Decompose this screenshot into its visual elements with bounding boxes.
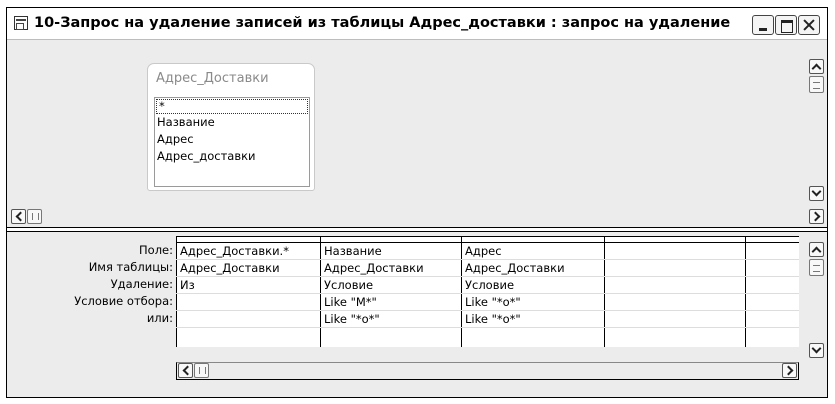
grid-cell[interactable] <box>604 328 745 347</box>
field-item-delivery-address[interactable]: Адрес_доставки <box>155 148 309 165</box>
scroll-left-button[interactable] <box>11 209 26 224</box>
grid-cell[interactable]: Название <box>320 243 461 259</box>
close-button[interactable] <box>798 15 820 35</box>
column-selector[interactable] <box>604 237 745 242</box>
grid-cell[interactable] <box>176 311 320 327</box>
scroll-up-button[interactable] <box>809 59 824 74</box>
grid-cell[interactable] <box>604 260 745 276</box>
chevron-right-icon <box>810 211 821 222</box>
vertical-scroll-thumb[interactable] <box>809 76 824 93</box>
row-label-table: Имя таблицы: <box>88 260 173 274</box>
title-bar[interactable]: 10-Запрос на удаление записей из таблицы… <box>7 8 827 40</box>
grid-cell[interactable] <box>604 243 745 259</box>
field-item-name[interactable]: Название <box>155 114 309 131</box>
chevron-up-icon <box>811 246 822 257</box>
row-label-delete: Удаление: <box>110 277 173 291</box>
grid-cell[interactable] <box>461 328 604 347</box>
row-label-criteria: Условие отбора: <box>74 294 173 308</box>
column-selector[interactable] <box>320 237 461 242</box>
grid-cell[interactable] <box>604 277 745 293</box>
query-design-grid[interactable]: Адрес_Доставки.* Название Адрес Адрес_До… <box>176 236 799 347</box>
chevron-up-icon <box>811 63 822 74</box>
grid-cell[interactable]: Адрес_Доставки <box>461 260 604 276</box>
grid-vertical-scroll-thumb[interactable] <box>809 259 824 276</box>
column-selector[interactable] <box>176 237 320 242</box>
grid-cell[interactable]: Адрес <box>461 243 604 259</box>
query-window: 10-Запрос на удаление записей из таблицы… <box>6 7 828 398</box>
grid-horizontal-scroll-thumb[interactable] <box>194 363 209 378</box>
grid-scroll-up-button[interactable] <box>809 242 824 257</box>
grid-row-labels: Поле: Имя таблицы: Удаление: Условие отб… <box>7 242 175 327</box>
grid-row-or: Like "*о*" Like "*о*" <box>176 311 799 328</box>
horizontal-scroll-thumb[interactable] <box>27 209 42 224</box>
grid-scroll-right-button[interactable] <box>782 363 797 378</box>
grid-cell[interactable]: Адрес_Доставки <box>176 260 320 276</box>
grid-scroll-left-button[interactable] <box>178 363 193 378</box>
row-label-field: Поле: <box>139 243 173 257</box>
field-list[interactable]: * Название Адрес Адрес_доставки <box>154 97 310 187</box>
grid-cell[interactable] <box>320 328 461 347</box>
grid-cell[interactable]: Like "М*" <box>320 294 461 310</box>
grid-row-delete: Из Условие Условие <box>176 277 799 294</box>
grid-row-field: Адрес_Доставки.* Название Адрес <box>176 243 799 260</box>
grid-cell[interactable] <box>176 294 320 310</box>
grid-cell[interactable]: Like "*о*" <box>461 294 604 310</box>
grid-cell[interactable] <box>745 260 799 276</box>
grid-cell[interactable] <box>745 328 799 347</box>
grid-cell[interactable]: Like "*о*" <box>320 311 461 327</box>
grid-cell[interactable] <box>604 311 745 327</box>
grid-row-blank <box>176 328 799 347</box>
grid-cell[interactable]: Условие <box>461 277 604 293</box>
chevron-right-icon <box>783 365 794 376</box>
grid-cell[interactable] <box>176 328 320 347</box>
grid-row-criteria: Like "М*" Like "*о*" <box>176 294 799 311</box>
scroll-down-button[interactable] <box>809 186 824 201</box>
design-grid-pane: Поле: Имя таблицы: Удаление: Условие отб… <box>7 232 827 397</box>
chevron-down-icon <box>811 186 822 197</box>
chevron-left-icon <box>182 365 193 376</box>
grid-cell[interactable]: Адрес_Доставки.* <box>176 243 320 259</box>
minimize-button[interactable] <box>752 15 774 35</box>
table-pane[interactable]: Адрес_Доставки * Название Адрес Адрес_до… <box>7 41 827 227</box>
chevron-left-icon <box>15 211 26 222</box>
grid-cell[interactable]: Из <box>176 277 320 293</box>
table-field-list[interactable]: Адрес_Доставки * Название Адрес Адрес_до… <box>147 63 315 191</box>
scroll-right-button[interactable] <box>809 209 824 224</box>
grid-row-table: Адрес_Доставки Адрес_Доставки Адрес_Дост… <box>176 260 799 277</box>
grid-cell[interactable]: Адрес_Доставки <box>320 260 461 276</box>
grid-horizontal-scrollbar[interactable] <box>176 362 799 380</box>
chevron-down-icon <box>811 343 822 354</box>
grid-cell[interactable] <box>604 294 745 310</box>
column-selector[interactable] <box>745 237 799 242</box>
grid-cell[interactable] <box>745 277 799 293</box>
grid-cell[interactable] <box>745 294 799 310</box>
maximize-button[interactable] <box>775 15 797 35</box>
field-item-address[interactable]: Адрес <box>155 131 309 148</box>
grid-cell[interactable] <box>745 243 799 259</box>
field-item-all[interactable]: * <box>156 99 308 114</box>
window-title: 10-Запрос на удаление записей из таблицы… <box>34 15 731 31</box>
grid-scroll-down-button[interactable] <box>809 343 824 358</box>
grid-cell[interactable]: Условие <box>320 277 461 293</box>
column-selector[interactable] <box>461 237 604 242</box>
row-label-or: или: <box>146 311 173 325</box>
grid-cell[interactable] <box>745 311 799 327</box>
query-window-icon[interactable] <box>14 16 28 30</box>
table-name[interactable]: Адрес_Доставки <box>148 64 314 94</box>
grid-cell[interactable]: Like "*о*" <box>461 311 604 327</box>
